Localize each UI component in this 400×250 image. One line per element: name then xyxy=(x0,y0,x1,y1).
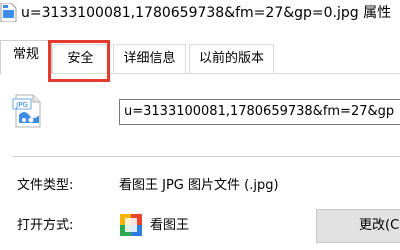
tab-general-label: 常规 xyxy=(12,47,39,62)
open-with-app-name: 看图王 xyxy=(150,218,190,233)
file-type-label: 文件类型: xyxy=(17,178,74,193)
jpg-badge-text: JPG xyxy=(15,101,28,109)
tab-details-label: 详细信息 xyxy=(123,51,176,66)
section-divider xyxy=(12,156,400,157)
tab-details[interactable]: 详细信息 xyxy=(113,44,186,73)
jpg-file-icon xyxy=(0,3,17,22)
open-with-label: 打开方式: xyxy=(17,218,74,233)
tab-general[interactable]: 常规 xyxy=(0,40,52,74)
tab-previous-versions-label: 以前的版本 xyxy=(198,51,264,66)
kantuwang-app-icon xyxy=(120,214,142,236)
tab-previous-versions[interactable]: 以前的版本 xyxy=(189,44,274,73)
tab-security-label: 安全 xyxy=(67,51,94,66)
title-bar: u=3133100081,1780659738&fm=27&gp=0.jpg 属… xyxy=(0,0,400,34)
jpg-file-large-icon: JPG xyxy=(12,94,41,128)
change-button[interactable]: 更改(C xyxy=(316,209,400,243)
window-title: u=3133100081,1780659738&fm=27&gp=0.jpg 属… xyxy=(21,5,392,21)
tab-security[interactable]: 安全 xyxy=(52,44,109,73)
file-name-field[interactable]: u=3133100081,1780659738&fm=27&gp xyxy=(119,99,400,125)
file-type-value: 看图王 JPG 图片文件 (.jpg) xyxy=(119,178,279,193)
